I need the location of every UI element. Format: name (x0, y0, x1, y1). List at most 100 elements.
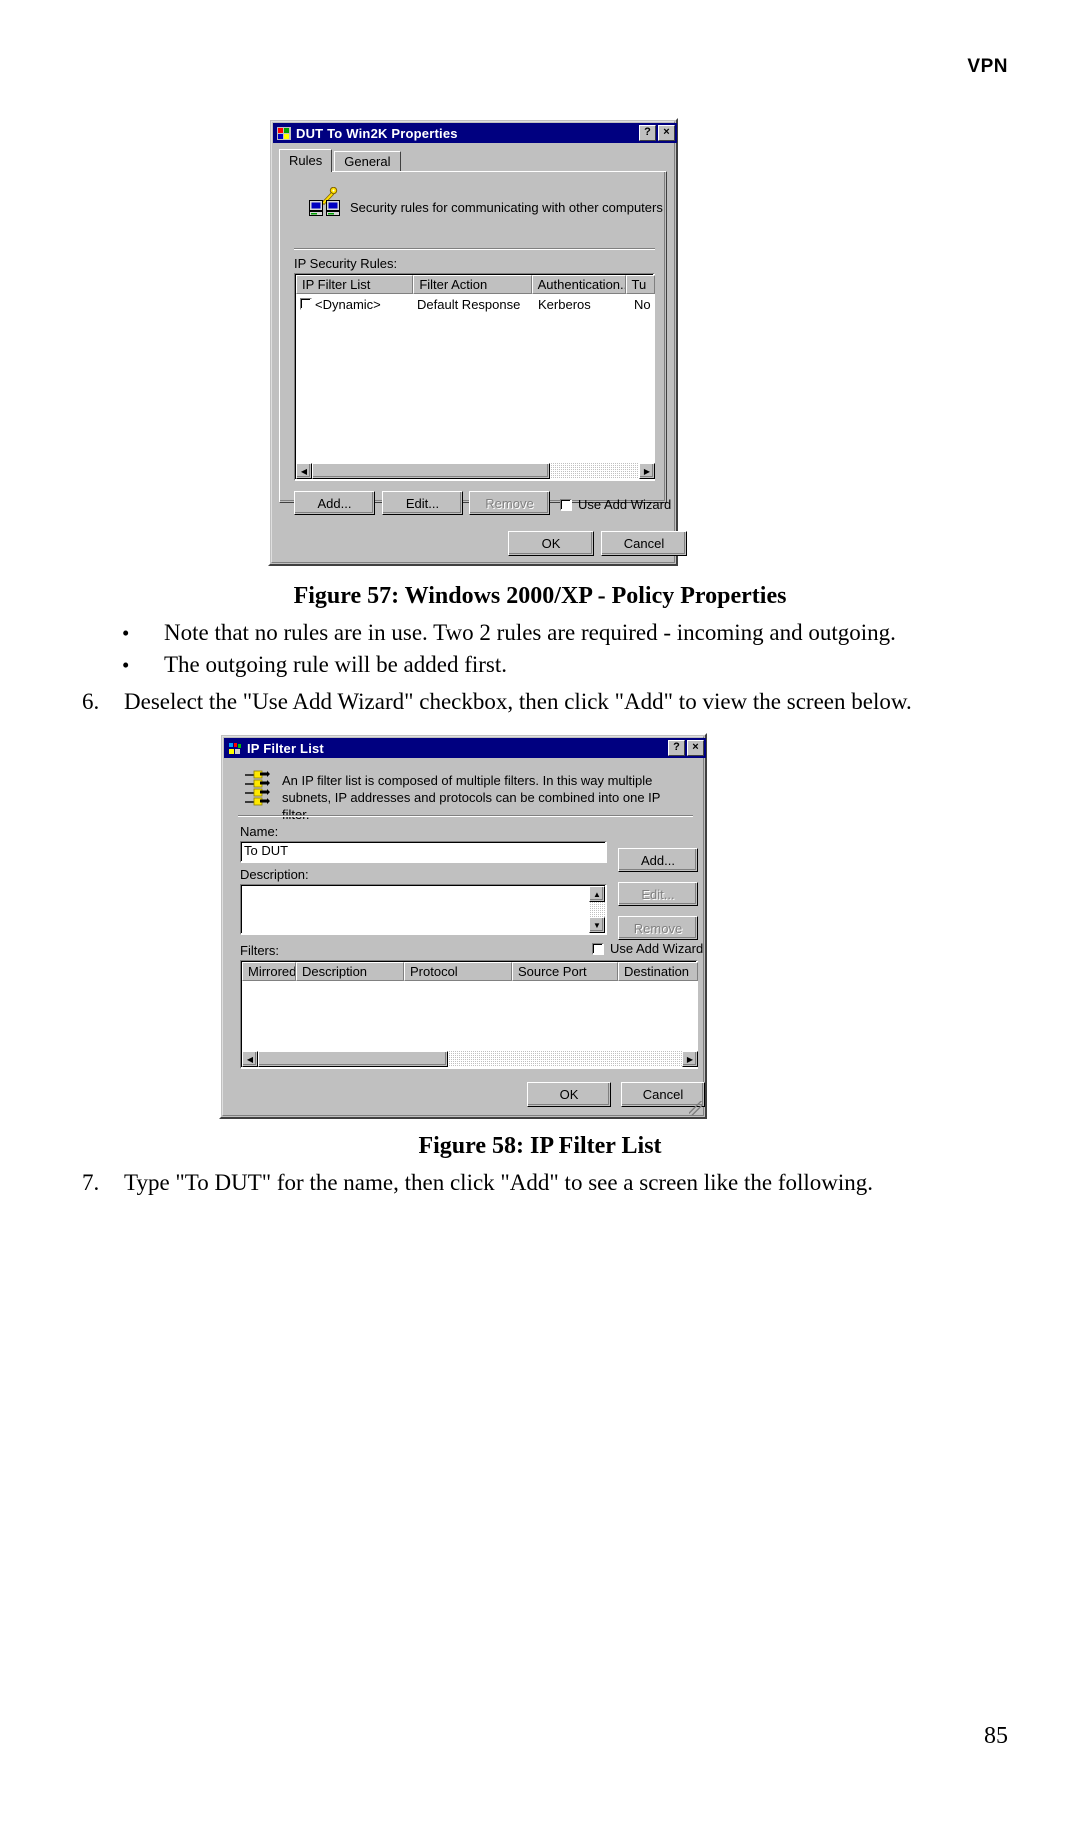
close-button[interactable]: × (658, 125, 675, 141)
add-button-label: Add... (317, 495, 352, 511)
cancel-button-label: Cancel (642, 1087, 684, 1102)
cell-tunnel: No (634, 296, 651, 312)
remove-button-label: Remove (633, 920, 683, 936)
cancel-button[interactable]: Cancel (601, 531, 687, 556)
tabstrip: Rules General (279, 149, 403, 172)
ok-button-label: OK (559, 1087, 579, 1102)
document-page: VPN DUT To Win2K Properties ? × Rules Ge… (0, 0, 1080, 1822)
hscroll-thumb[interactable] (312, 463, 550, 479)
listview-header: IP Filter List Filter Action Authenticat… (296, 275, 655, 294)
tab-rules[interactable]: Rules (279, 149, 333, 172)
close-button[interactable]: × (687, 740, 704, 756)
column-destination[interactable]: Destination (618, 962, 698, 981)
use-add-wizard-checkbox[interactable] (560, 498, 572, 511)
bullet-icon: • (122, 653, 130, 677)
name-label: Name: (240, 824, 278, 839)
add-button[interactable]: Add... (618, 848, 698, 872)
cell-ip-filter-list: <Dynamic> (315, 296, 381, 312)
dialog-titlebar: IP Filter List ? × (224, 738, 706, 758)
bullet-item: • Note that no rules are in use. Two 2 r… (122, 620, 942, 645)
scroll-down-button[interactable]: ▼ (589, 917, 605, 933)
listview-hscrollbar[interactable]: ◀ ▶ (242, 1051, 698, 1067)
hscroll-track[interactable] (312, 463, 639, 479)
edit-button-label: Edit... (405, 495, 440, 511)
resize-grip[interactable] (689, 1101, 703, 1115)
ok-button[interactable]: OK (527, 1082, 611, 1107)
step-number: 6. (82, 689, 100, 714)
description-label-text: Description: (240, 867, 309, 882)
use-add-wizard-checkbox-group[interactable]: Use Add Wizard (560, 497, 671, 512)
figure-58-caption: Figure 58: IP Filter List (418, 1133, 662, 1159)
running-head: VPN (967, 56, 1008, 77)
listview-hscrollbar[interactable]: ◀ ▶ (296, 463, 655, 479)
help-button[interactable]: ? (668, 740, 685, 756)
table-row[interactable]: <Dynamic> Default Response Kerberos No (297, 295, 654, 313)
column-ip-filter-list[interactable]: IP Filter List (296, 275, 414, 294)
add-button[interactable]: Add... (294, 491, 375, 515)
description-label: Description: (240, 867, 309, 882)
column-description[interactable]: Description (296, 962, 404, 981)
dialog-title: IP Filter List (247, 740, 324, 756)
tab-general[interactable]: General (334, 151, 401, 172)
dialog-title: DUT To Win2K Properties (296, 125, 458, 141)
step-text: Type "To DUT" for the name, then click "… (124, 1170, 874, 1195)
key-computers-icon (309, 186, 343, 217)
use-add-wizard-label: Use Add Wizard (578, 497, 672, 512)
remove-button[interactable]: Remove (618, 916, 698, 940)
column-tunnel[interactable]: Tu (625, 275, 655, 294)
name-label-text: Name: (240, 824, 279, 839)
hscroll-track[interactable] (258, 1051, 682, 1067)
section-divider (294, 248, 655, 250)
ok-button-label: OK (541, 536, 561, 551)
column-authentication[interactable]: Authentication... (531, 275, 626, 294)
scroll-left-button[interactable]: ◀ (296, 463, 312, 479)
ip-security-rules-label: IP Security Rules: (294, 256, 397, 271)
hscroll-thumb[interactable] (258, 1051, 448, 1067)
description-textarea[interactable]: ▲ ▼ (240, 884, 607, 935)
filter-list-title-icon (227, 741, 243, 756)
bullet-text: Note that no rules are in use. Two 2 rul… (164, 620, 896, 645)
column-mirrored[interactable]: Mirrored (242, 962, 296, 981)
listview-header: Mirrored Description Protocol Source Por… (242, 962, 698, 981)
step-number: 7. (82, 1170, 100, 1195)
page-number: 85 (984, 1723, 1008, 1749)
use-add-wizard-label: Use Add Wizard (610, 941, 704, 956)
cell-filter-action: Default Response (417, 296, 521, 312)
use-add-wizard-checkbox[interactable] (592, 942, 604, 955)
remove-button[interactable]: Remove (469, 491, 550, 515)
rules-listview[interactable]: IP Filter List Filter Action Authenticat… (294, 273, 655, 481)
description-vscrollbar[interactable]: ▲ ▼ (589, 886, 605, 933)
column-protocol[interactable]: Protocol (404, 962, 512, 981)
shield-icon (276, 126, 292, 141)
rules-description: Security rules for communicating with ot… (350, 200, 663, 215)
filter-list-icon (243, 770, 270, 806)
step-text: Deselect the "Use Add Wizard" checkbox, … (124, 689, 912, 714)
scroll-left-button[interactable]: ◀ (242, 1051, 258, 1067)
use-add-wizard-checkbox-group[interactable]: Use Add Wizard (592, 941, 703, 956)
bullet-item: • The outgoing rule will be added first. (122, 652, 942, 677)
ip-filter-list-dialog: IP Filter List ? × An IP filter list is … (219, 733, 707, 1119)
vscroll-track[interactable] (589, 902, 605, 917)
remove-button-label: Remove (485, 495, 534, 511)
filters-listview[interactable]: Mirrored Description Protocol Source Por… (240, 960, 698, 1069)
column-filter-action[interactable]: Filter Action (413, 275, 532, 294)
name-input-value: To DUT (244, 843, 289, 858)
scroll-right-button[interactable]: ▶ (682, 1051, 698, 1067)
bullet-icon: • (122, 621, 130, 645)
scroll-up-button[interactable]: ▲ (589, 886, 605, 902)
cell-authentication: Kerberos (538, 296, 591, 312)
step-item: 7. Type "To DUT" for the name, then clic… (82, 1170, 982, 1196)
policy-properties-dialog: DUT To Win2K Properties ? × Rules Genera… (268, 118, 687, 566)
dialog-titlebar: DUT To Win2K Properties ? × (273, 123, 677, 143)
edit-button[interactable]: Edit... (382, 491, 463, 515)
ok-button[interactable]: OK (508, 531, 594, 556)
name-input[interactable]: To DUT (240, 841, 607, 863)
help-button[interactable]: ? (639, 125, 656, 141)
cancel-button-label: Cancel (623, 536, 665, 551)
scroll-right-button[interactable]: ▶ (639, 463, 655, 479)
edit-button[interactable]: Edit... (618, 882, 698, 906)
filters-label-text: Filters: (240, 943, 279, 958)
column-source-port[interactable]: Source Port (512, 962, 618, 981)
section-divider (238, 815, 693, 817)
row-checkbox[interactable] (300, 298, 312, 310)
